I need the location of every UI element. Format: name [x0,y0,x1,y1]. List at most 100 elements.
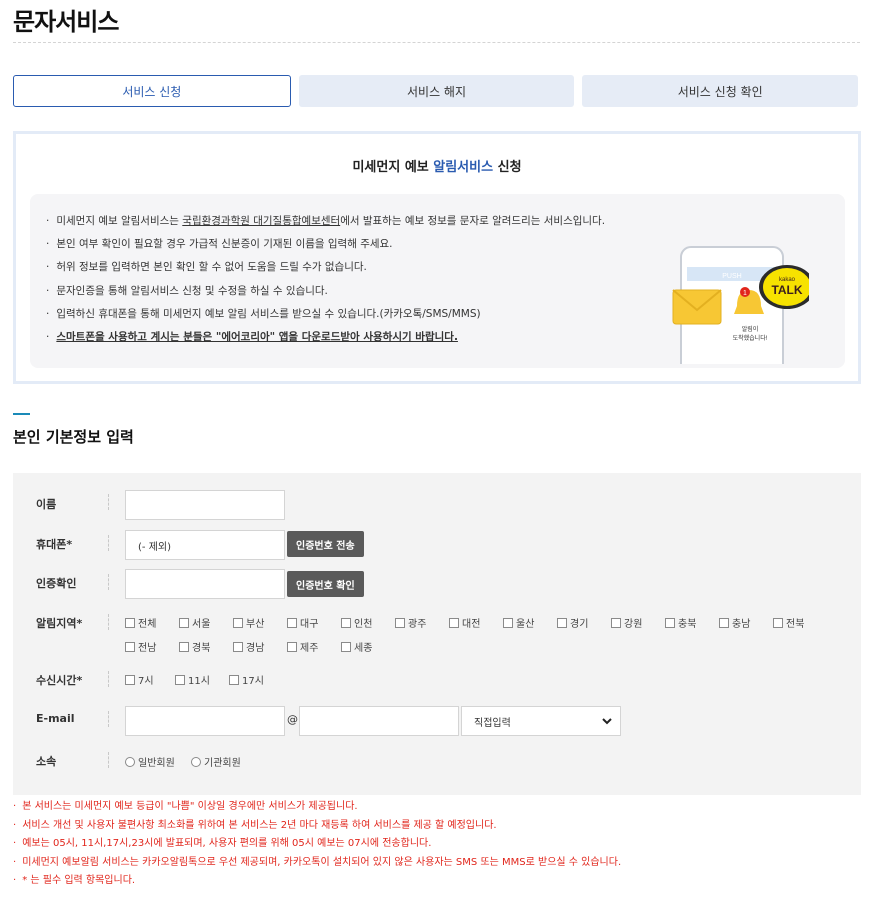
personal-info-form: 이름 휴대폰* (- 제외) 인증번호 전송 인증확인 인증번호 확인 알림지역… [13,473,861,795]
checkbox-icon [287,641,297,652]
time-checkbox-label: 7시 [138,676,154,687]
region-checkbox-label: 제주 [300,643,319,654]
region-checkbox[interactable]: 충북 [665,615,696,630]
member-general-radio[interactable]: 일반회원 [125,754,175,769]
note-item: 예보는 05시, 11시,17시,23시에 발표되며, 사용자 편의를 위해 0… [13,837,621,856]
checkbox-icon [179,617,189,628]
region-checkbox-label: 세종 [354,643,373,654]
checkbox-icon [719,617,729,628]
time-checkbox[interactable]: 17시 [229,672,264,687]
label-divider [108,535,109,551]
region-checkbox-label: 경남 [246,643,265,654]
info-inner-panel: 미세먼지 예보 알림서비스는 국립환경과학원 대기질통합예보센터에서 발표하는 … [30,194,845,368]
region-checkbox[interactable]: 대전 [449,615,480,630]
region-checkbox[interactable]: 전체 [125,615,156,630]
region-checkbox[interactable]: 경북 [179,639,210,654]
kakao-talk-label: TALK [771,283,802,297]
region-checkbox-label: 대구 [300,619,319,630]
region-checkbox[interactable]: 부산 [233,615,264,630]
info-box: 미세먼지 예보 알림서비스 신청 미세먼지 예보 알림서비스는 국립환경과학원 … [13,131,861,384]
name-label: 이름 [36,498,57,511]
region-checkbox-label: 전북 [786,619,805,630]
region-checkbox[interactable]: 제주 [287,639,318,654]
tab-service-apply[interactable]: 서비스 신청 [13,75,291,107]
region-checkbox-label: 부산 [246,619,265,630]
info-item: 문자인증을 통해 알림서비스 신청 및 수정을 하실 수 있습니다. [46,284,605,307]
radio-icon [191,756,201,767]
region-checkbox-label: 경기 [570,619,589,630]
label-divider [108,752,109,768]
email-domain-select[interactable]: 직접입력 [461,706,621,736]
phone-label: 휴대폰* [36,538,73,551]
info-item: 입력하신 휴대폰을 통해 미세먼지 예보 알림 서비스를 받으실 수 있습니다.… [46,307,605,330]
service-notes: 본 서비스는 미세먼지 예보 등급이 "나쁨" 이상일 경우에만 서비스가 제공… [13,800,621,893]
checkbox-icon [395,617,405,628]
checkbox-icon [125,641,135,652]
note-item: 미세먼지 예보알림 서비스는 카카오알림톡으로 우선 제공되며, 카카오톡이 설… [13,856,621,875]
region-checkbox[interactable]: 울산 [503,615,534,630]
email-id-input[interactable] [125,706,285,736]
region-checkbox[interactable]: 서울 [179,615,210,630]
time-checkbox[interactable]: 11시 [175,672,210,687]
info-item: 본인 여부 확인이 필요할 경우 가급적 신분증이 기재된 이름을 입력해 주세… [46,237,605,260]
region-checkbox[interactable]: 대구 [287,615,318,630]
info-list: 미세먼지 예보 알림서비스는 국립환경과학원 대기질통합예보센터에서 발표하는 … [46,214,605,353]
region-checkbox[interactable]: 경기 [557,615,588,630]
email-domain-input[interactable] [299,706,459,736]
region-checkbox-label: 광주 [408,619,427,630]
note-item: 본 서비스는 미세먼지 예보 등급이 "나쁨" 이상일 경우에만 서비스가 제공… [13,800,621,819]
region-checkbox-label: 경북 [192,643,211,654]
region-checkbox[interactable]: 인천 [341,615,372,630]
region-label: 알림지역* [36,617,83,630]
verify-label: 인증확인 [36,577,77,590]
section-accent-bar [13,413,30,415]
info-item: 미세먼지 예보 알림서비스는 국립환경과학원 대기질통합예보센터에서 발표하는 … [46,214,605,237]
checkbox-icon [229,674,239,685]
region-checkbox-label: 인천 [354,619,373,630]
time-checkbox[interactable]: 7시 [125,672,154,687]
checkbox-icon [665,617,675,628]
region-checkbox[interactable]: 전북 [773,615,804,630]
region-checkbox[interactable]: 강원 [611,615,642,630]
checkbox-icon [341,641,351,652]
label-divider [108,614,109,630]
checkbox-icon [341,617,351,628]
verify-code-button[interactable]: 인증번호 확인 [287,571,364,597]
checkbox-icon [611,617,621,628]
info-title-prefix: 미세먼지 예보 [352,160,434,175]
phone-input[interactable]: (- 제외) [125,530,285,560]
bell-badge: 1 [743,290,747,297]
tab-service-cancel[interactable]: 서비스 해지 [298,75,575,107]
section-title: 본인 기본정보 입력 [13,428,134,446]
verify-code-input[interactable] [125,569,285,599]
region-checkbox[interactable]: 광주 [395,615,426,630]
region-checkbox[interactable]: 경남 [233,639,264,654]
member-general-label: 일반회원 [138,758,175,769]
time-checkbox-label: 11시 [188,676,210,687]
checkbox-icon [179,641,189,652]
send-code-button[interactable]: 인증번호 전송 [287,531,364,557]
label-divider [108,574,109,590]
page-title: 문자서비스 [13,8,119,36]
region-checkbox-label: 서울 [192,619,211,630]
region-checkbox-label: 대전 [462,619,481,630]
name-input[interactable] [125,490,285,520]
note-item: * 는 필수 입력 항목입니다. [13,874,621,893]
region-checkbox-label: 전체 [138,619,157,630]
region-checkbox[interactable]: 전남 [125,639,156,654]
checkbox-icon [503,617,513,628]
region-checkbox-label: 충북 [678,619,697,630]
region-checkbox-label: 강원 [624,619,643,630]
region-checkbox[interactable]: 충남 [719,615,750,630]
info-item-1-suffix: 에서 발표하는 예보 정보를 문자로 알려드리는 서비스입니다. [340,215,606,227]
info-title: 미세먼지 예보 알림서비스 신청 [16,156,858,175]
checkbox-icon [233,617,243,628]
checkbox-icon [125,674,135,685]
airkorea-app-notice: 스마트폰을 사용하고 계시는 분들은 "에어코리아" 앱을 다운로드받아 사용하… [56,330,458,343]
tab-service-check[interactable]: 서비스 신청 확인 [582,75,859,107]
email-label: E-mail [36,712,75,725]
region-checkbox[interactable]: 세종 [341,639,372,654]
kakao-alert-illustration: PUSH 1 알림이 도착했습니다! kakao TALK [672,246,809,364]
member-label: 소속 [36,755,57,768]
member-institution-radio[interactable]: 기관회원 [191,754,241,769]
